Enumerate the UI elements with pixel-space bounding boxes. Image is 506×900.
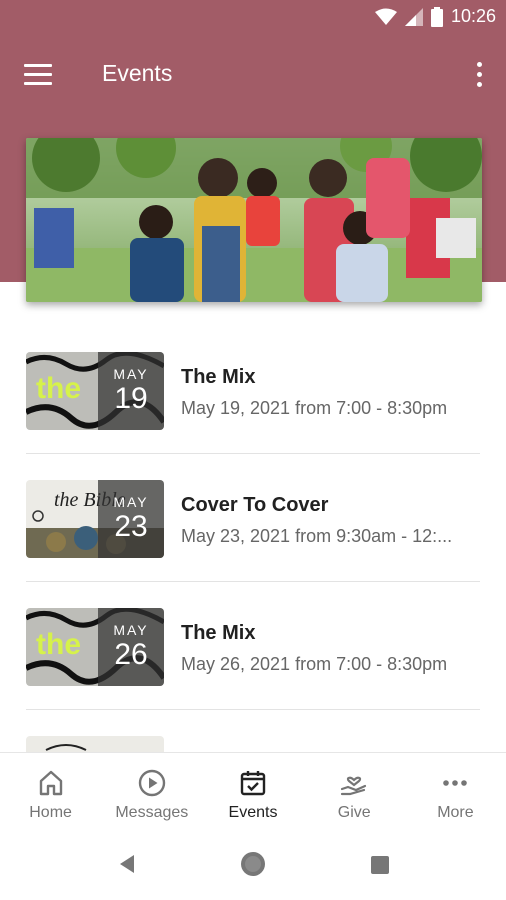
event-thumbnail: the Bible MAY 23: [26, 480, 164, 558]
more-dots-icon: [443, 780, 468, 786]
nav-item-home[interactable]: Home: [0, 753, 101, 832]
thumbnail-art-text: the: [36, 372, 81, 405]
calendar-icon: [240, 771, 266, 796]
date-month: MAY: [113, 366, 149, 382]
event-datetime: May 26, 2021 from 7:00 - 8:30pm: [181, 654, 448, 674]
system-navigation-bar: [0, 832, 506, 900]
thumbnail-art-text: the: [36, 628, 81, 661]
home-circle-icon[interactable]: [240, 851, 266, 877]
date-badge: MAY 19: [98, 352, 164, 430]
date-badge: MAY 23: [98, 480, 164, 558]
nav-label: Events: [228, 804, 278, 821]
menu-icon[interactable]: [24, 64, 54, 86]
wifi-icon: [374, 8, 397, 25]
event-datetime: May 23, 2021 from 9:30am - 12:...: [181, 526, 453, 546]
date-day: 23: [114, 510, 148, 543]
date-month: MAY: [113, 622, 149, 638]
status-time: 10:26: [450, 6, 496, 26]
nav-item-more[interactable]: More: [405, 753, 506, 832]
bottom-navigation: Home Messages Events Give More: [0, 752, 506, 832]
event-thumbnail: the MAY 26: [26, 608, 164, 686]
nav-item-messages[interactable]: Messages: [101, 753, 202, 832]
nav-label: More: [437, 804, 474, 821]
nav-label: Messages: [115, 804, 189, 821]
list-item[interactable]: the MAY 19 The Mix May 19, 2021 from 7:0…: [0, 326, 506, 454]
date-badge: MAY 26: [98, 608, 164, 686]
page-title: Events: [102, 60, 173, 86]
battery-icon: [430, 6, 443, 27]
list-item[interactable]: the Bible MAY 23 Cover To Cover May 23, …: [0, 454, 506, 582]
back-icon[interactable]: [116, 852, 138, 876]
date-day: 26: [114, 638, 148, 671]
event-title: The Mix: [181, 622, 256, 644]
event-thumbnail: the MAY 19: [26, 352, 164, 430]
event-title: The Mix: [181, 366, 256, 388]
nav-label: Give: [337, 804, 371, 821]
play-circle-icon: [138, 769, 165, 797]
cell-signal-icon: [404, 7, 423, 26]
heart-hand-icon: [341, 776, 367, 796]
date-day: 19: [114, 382, 148, 415]
date-month: MAY: [113, 494, 149, 510]
home-icon: [39, 770, 62, 796]
status-bar: 10:26: [0, 0, 506, 36]
nav-item-events[interactable]: Events: [202, 753, 303, 832]
hero-image[interactable]: [26, 138, 482, 302]
overflow-menu-icon[interactable]: [474, 60, 484, 90]
list-item[interactable]: the MAY 26 The Mix May 26, 2021 from 7:0…: [0, 582, 506, 710]
recents-icon[interactable]: [370, 855, 390, 875]
nav-item-give[interactable]: Give: [304, 753, 405, 832]
app-bar: Events: [0, 36, 506, 114]
event-datetime: May 19, 2021 from 7:00 - 8:30pm: [181, 398, 448, 418]
nav-label: Home: [29, 804, 72, 821]
event-title: Cover To Cover: [181, 494, 329, 516]
